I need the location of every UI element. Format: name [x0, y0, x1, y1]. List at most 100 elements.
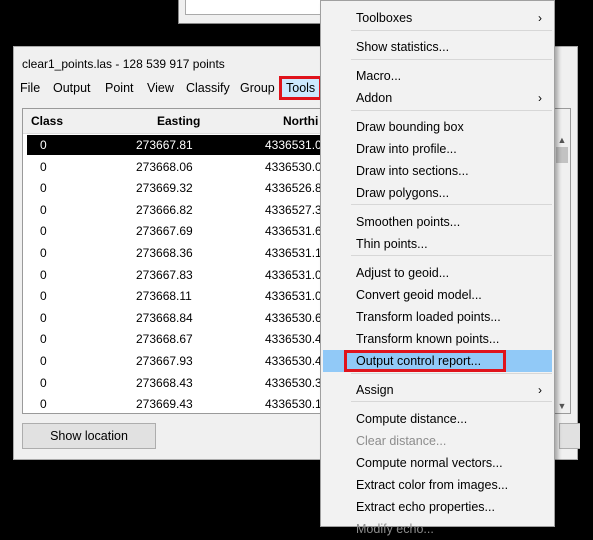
menu-item-label: Draw into profile... — [356, 142, 457, 156]
menu-item-clear-distance: Clear distance... — [323, 430, 552, 452]
cell-northing: 4336530.6 — [265, 310, 322, 325]
cell-northing: 4336531.0 — [265, 138, 322, 152]
menu-item-label: Modify echo... — [356, 522, 434, 536]
cell-easting: 273669.43 — [136, 397, 193, 412]
menu-item-label: Transform loaded points... — [356, 310, 501, 324]
column-header-class[interactable]: Class — [31, 114, 63, 128]
menu-item-draw-bounding-box[interactable]: Draw bounding box — [323, 116, 552, 138]
menu-item-output-control-report[interactable]: Output control report... — [323, 350, 552, 372]
menu-item-compute-distance[interactable]: Compute distance... — [323, 408, 552, 430]
vertical-scrollbar[interactable]: ▲ ▼ — [554, 133, 570, 413]
menu-item-assign[interactable]: Assign › — [323, 379, 552, 401]
menu-separator — [351, 255, 552, 256]
cell-class: 0 — [40, 397, 47, 412]
menu-item-label: Adjust to geoid... — [356, 266, 450, 280]
tools-dropdown-menu: Toolboxes › Show statistics... Macro... Addo… — [320, 0, 555, 536]
cell-northing: 4336530.3 — [265, 375, 322, 390]
menu-item-label: Draw bounding box — [356, 120, 464, 134]
cell-northing: 4336527.3 — [265, 202, 322, 217]
menu-item-toolboxes[interactable]: Toolboxes › — [323, 7, 552, 29]
menu-file[interactable]: File — [16, 79, 44, 97]
menu-item-draw-into-sections[interactable]: Draw into sections... — [323, 160, 552, 182]
cell-easting: 273666.82 — [136, 202, 193, 217]
cell-northing: 4336531.0 — [265, 267, 322, 282]
menu-item-label: Convert geoid model... — [356, 288, 482, 302]
chevron-right-icon: › — [538, 91, 542, 105]
cell-class: 0 — [40, 354, 47, 368]
cell-easting: 273667.81 — [136, 138, 193, 152]
menu-item-addon[interactable]: Addon › — [323, 87, 552, 109]
cell-northing: 4336530.0 — [265, 159, 322, 174]
cell-easting: 273668.11 — [136, 289, 192, 304]
menu-item-draw-into-profile[interactable]: Draw into profile... — [323, 138, 552, 160]
menu-item-label: Addon — [356, 91, 393, 105]
cell-easting: 273667.83 — [136, 267, 193, 282]
menu-item-label: Show statistics... — [356, 40, 450, 54]
menu-item-extract-echo-properties[interactable]: Extract echo properties... — [323, 496, 552, 518]
menu-separator — [351, 30, 552, 31]
cell-class: 0 — [40, 375, 47, 390]
menu-item-label: Extract color from images... — [356, 478, 509, 492]
cell-northing: 4336530.4 — [265, 332, 322, 347]
menu-item-extract-color-from-images[interactable]: Extract color from images... — [323, 474, 552, 496]
menu-item-modify-echo: Modify echo... — [323, 518, 552, 540]
cell-class: 0 — [40, 181, 47, 196]
cell-class: 0 — [40, 246, 47, 260]
cell-class: 0 — [40, 138, 47, 152]
menu-item-compute-normal-vectors[interactable]: Compute normal vectors... — [323, 452, 552, 474]
cell-class: 0 — [40, 289, 47, 304]
cell-easting: 273669.32 — [136, 181, 193, 196]
menu-item-thin-points[interactable]: Thin points... — [323, 233, 552, 255]
scroll-down-icon[interactable]: ▼ — [554, 399, 570, 413]
background-window — [178, 0, 338, 24]
chevron-right-icon: › — [538, 11, 542, 25]
menu-item-label: Clear distance... — [356, 434, 447, 448]
cell-easting: 273668.43 — [136, 375, 193, 390]
menu-point[interactable]: Point — [101, 79, 138, 97]
cell-easting: 273668.06 — [136, 159, 193, 174]
cell-easting: 273667.69 — [136, 224, 193, 239]
menu-item-label: Toolboxes — [356, 11, 413, 25]
menu-group[interactable]: Group — [236, 79, 279, 97]
menu-view[interactable]: View — [143, 79, 178, 97]
menu-item-label: Compute normal vectors... — [356, 456, 503, 470]
cell-easting: 273668.84 — [136, 310, 193, 325]
cell-northing: 4336531.0 — [265, 289, 322, 304]
menu-item-label: Smoothen points... — [356, 215, 461, 229]
scroll-up-icon[interactable]: ▲ — [554, 133, 570, 147]
menu-separator — [351, 59, 552, 60]
cell-class: 0 — [40, 332, 47, 347]
scroll-thumb[interactable] — [556, 147, 568, 163]
cell-easting: 273667.93 — [136, 354, 193, 368]
right-button-partial[interactable] — [559, 423, 580, 449]
menu-item-macro[interactable]: Macro... — [323, 65, 552, 87]
menu-item-label: Assign — [356, 383, 394, 397]
menu-item-label: Draw polygons... — [356, 186, 450, 200]
menu-separator — [351, 204, 552, 205]
column-header-northing[interactable]: Northi — [283, 114, 318, 128]
menu-item-label: Thin points... — [356, 237, 428, 251]
menu-item-transform-known-points[interactable]: Transform known points... — [323, 328, 552, 350]
menu-item-convert-geoid-model[interactable]: Convert geoid model... — [323, 284, 552, 306]
menu-item-label: Output control report... — [356, 354, 482, 368]
cell-northing: 4336530.1 — [265, 397, 322, 412]
show-location-button[interactable]: Show location — [22, 423, 156, 449]
menu-item-label: Draw into sections... — [356, 164, 469, 178]
menu-item-transform-loaded-points[interactable]: Transform loaded points... — [323, 306, 552, 328]
column-header-easting[interactable]: Easting — [157, 114, 200, 128]
menu-item-smoothen-points[interactable]: Smoothen points... — [323, 211, 552, 233]
cell-easting: 273668.67 — [136, 332, 193, 347]
menu-tools[interactable]: Tools — [278, 76, 323, 100]
menu-separator — [351, 373, 552, 374]
menu-item-adjust-to-geoid[interactable]: Adjust to geoid... — [323, 262, 552, 284]
menu-item-show-statistics[interactable]: Show statistics... — [323, 36, 552, 58]
cell-easting: 273668.36 — [136, 246, 193, 260]
menu-item-draw-polygons[interactable]: Draw polygons... — [323, 182, 552, 204]
cell-northing: 4336526.8 — [265, 181, 322, 196]
cell-class: 0 — [40, 310, 47, 325]
menu-classify[interactable]: Classify — [182, 79, 234, 97]
cell-class: 0 — [40, 224, 47, 239]
cell-northing: 4336531.6 — [265, 224, 322, 239]
menu-item-label: Macro... — [356, 69, 402, 83]
menu-output[interactable]: Output — [49, 79, 95, 97]
